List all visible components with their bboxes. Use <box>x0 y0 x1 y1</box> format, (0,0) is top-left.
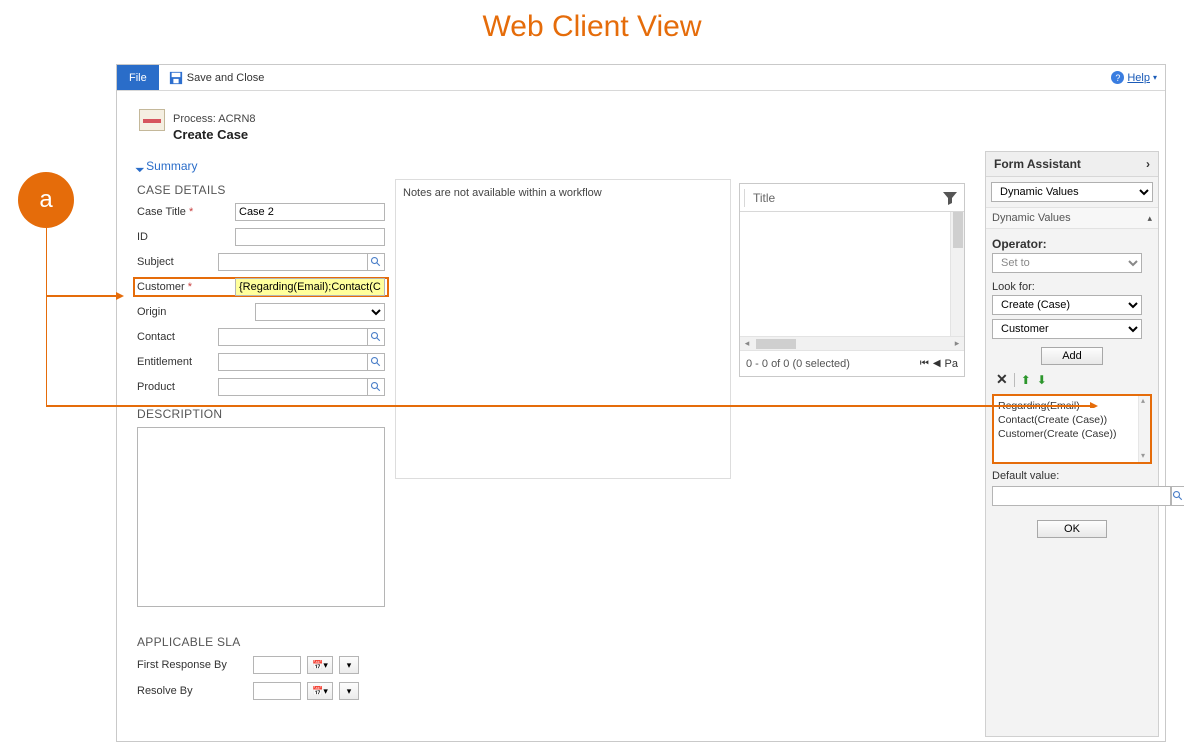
window-content: Process: ACRN8 Create Case Summary CASE … <box>117 91 1165 741</box>
look-for-label: Look for: <box>992 281 1152 293</box>
filter-icon[interactable] <box>942 190 958 206</box>
case-title-label: Case Title <box>137 206 235 218</box>
resolve-by-date-picker[interactable]: 📅▾ <box>307 682 333 700</box>
list-scrollbar[interactable] <box>1138 396 1150 462</box>
description-section: DESCRIPTION <box>137 407 385 607</box>
contact-input[interactable] <box>218 328 367 346</box>
first-response-date-picker[interactable]: 📅▾ <box>307 656 333 674</box>
grid-first-page-button[interactable]: ⏮ <box>920 358 929 369</box>
lookup-icon <box>1172 490 1184 502</box>
top-toolbar: File Save and Close ? Help ▾ <box>117 65 1165 91</box>
description-textarea[interactable] <box>137 427 385 607</box>
look-for-entity-select[interactable]: Create (Case) <box>992 295 1142 315</box>
contact-label: Contact <box>137 331 218 343</box>
grid-body <box>740 212 964 336</box>
notes-unavailable-message: Notes are not available within a workflo… <box>403 187 602 199</box>
case-details-heading: CASE DETAILS <box>137 183 385 197</box>
operator-select[interactable]: Set to <box>992 253 1142 273</box>
process-header: Process: ACRN8 Create Case <box>139 109 256 142</box>
lookup-icon <box>370 331 382 343</box>
help-label: Help <box>1127 72 1150 84</box>
grid-record-status: 0 - 0 of 0 (0 selected) <box>746 358 850 370</box>
subject-input[interactable] <box>218 253 367 271</box>
chevron-down-icon: ▾ <box>1153 73 1157 82</box>
entitlement-lookup-button[interactable] <box>367 353 385 371</box>
list-item[interactable]: Customer(Create (Case)) <box>998 427 1146 441</box>
sla-heading: APPLICABLE SLA <box>137 635 385 649</box>
collapse-icon[interactable]: › <box>1146 157 1150 171</box>
entitlement-label: Entitlement <box>137 356 218 368</box>
collapse-up-icon[interactable]: ▴ <box>1147 213 1152 224</box>
resolve-by-date-input[interactable] <box>253 682 301 700</box>
contact-lookup-button[interactable] <box>367 328 385 346</box>
move-down-icon[interactable]: ⬇ <box>1037 373 1047 387</box>
first-response-date-input[interactable] <box>253 656 301 674</box>
resolve-by-time-picker[interactable]: ▾ <box>339 682 359 700</box>
ok-button[interactable]: OK <box>1037 520 1107 538</box>
origin-select[interactable] <box>255 303 385 321</box>
default-value-lookup-button[interactable] <box>1171 486 1184 506</box>
grid-vertical-scrollbar[interactable] <box>950 212 964 336</box>
summary-tab[interactable]: Summary <box>137 159 198 173</box>
help-icon: ? <box>1111 71 1124 84</box>
form-assistant-panel: Form Assistant › Dynamic Values Dynamic … <box>985 151 1159 737</box>
id-label: ID <box>137 231 235 243</box>
entitlement-input[interactable] <box>218 353 367 371</box>
save-and-close-button[interactable]: Save and Close <box>159 65 275 90</box>
description-heading: DESCRIPTION <box>137 407 385 421</box>
id-input[interactable] <box>235 228 385 246</box>
look-for-attribute-select[interactable]: Customer <box>992 319 1142 339</box>
lookup-icon <box>370 256 382 268</box>
product-lookup-button[interactable] <box>367 378 385 396</box>
process-icon <box>139 109 165 131</box>
dynamic-values-list-highlight[interactable]: Regarding(Email) Contact(Create (Case)) … <box>992 394 1152 464</box>
default-value-input[interactable] <box>992 486 1171 506</box>
remove-icon[interactable]: ✕ <box>996 371 1008 388</box>
dynamic-values-subhead: Dynamic Values <box>992 212 1071 224</box>
customer-input[interactable] <box>235 278 385 296</box>
save-icon <box>169 71 183 85</box>
process-step: Create Case <box>173 127 256 142</box>
origin-label: Origin <box>137 306 255 318</box>
customer-label: Customer <box>137 281 235 293</box>
notes-panel <box>395 179 731 479</box>
add-button[interactable]: Add <box>1041 347 1103 365</box>
first-response-time-picker[interactable]: ▾ <box>339 656 359 674</box>
grid-column-title[interactable]: Title <box>753 191 942 205</box>
form-assistant-title: Form Assistant <box>994 157 1081 171</box>
product-label: Product <box>137 381 218 393</box>
help-link[interactable]: ? Help ▾ <box>1111 65 1165 90</box>
operator-label: Operator: <box>992 237 1152 251</box>
subject-lookup-button[interactable] <box>367 253 385 271</box>
subject-label: Subject <box>137 256 218 268</box>
grid-prev-page-button[interactable]: ◀ <box>933 358 941 369</box>
list-item[interactable]: Regarding(Email) <box>998 399 1146 413</box>
related-grid: Title ◂▸ 0 - 0 of 0 (0 selected) ⏮ ◀ Pa <box>739 183 965 377</box>
lookup-icon <box>370 381 382 393</box>
grid-page-label: Pa <box>945 358 958 370</box>
process-name: Process: ACRN8 <box>173 113 256 125</box>
case-details-section: CASE DETAILS Case Title ID Subject <box>137 183 385 397</box>
lookup-icon <box>370 356 382 368</box>
customer-row-highlight: Customer <box>133 277 389 297</box>
case-title-input[interactable] <box>235 203 385 221</box>
grid-horizontal-scrollbar[interactable]: ◂▸ <box>740 336 964 350</box>
first-response-label: First Response By <box>137 659 247 671</box>
save-and-close-label: Save and Close <box>187 72 265 84</box>
page-heading: Web Client View <box>0 0 1184 48</box>
app-window: File Save and Close ? Help ▾ Process: AC… <box>116 64 1166 742</box>
annotation-badge-a: a <box>18 172 74 228</box>
default-value-label: Default value: <box>992 470 1152 482</box>
file-button[interactable]: File <box>117 65 159 90</box>
move-up-icon[interactable]: ⬆ <box>1021 373 1031 387</box>
resolve-by-label: Resolve By <box>137 685 247 697</box>
list-item[interactable]: Contact(Create (Case)) <box>998 413 1146 427</box>
sla-section: APPLICABLE SLA First Response By 📅▾ ▾ Re… <box>137 635 385 701</box>
product-input[interactable] <box>218 378 367 396</box>
assistant-mode-select[interactable]: Dynamic Values <box>991 182 1153 202</box>
